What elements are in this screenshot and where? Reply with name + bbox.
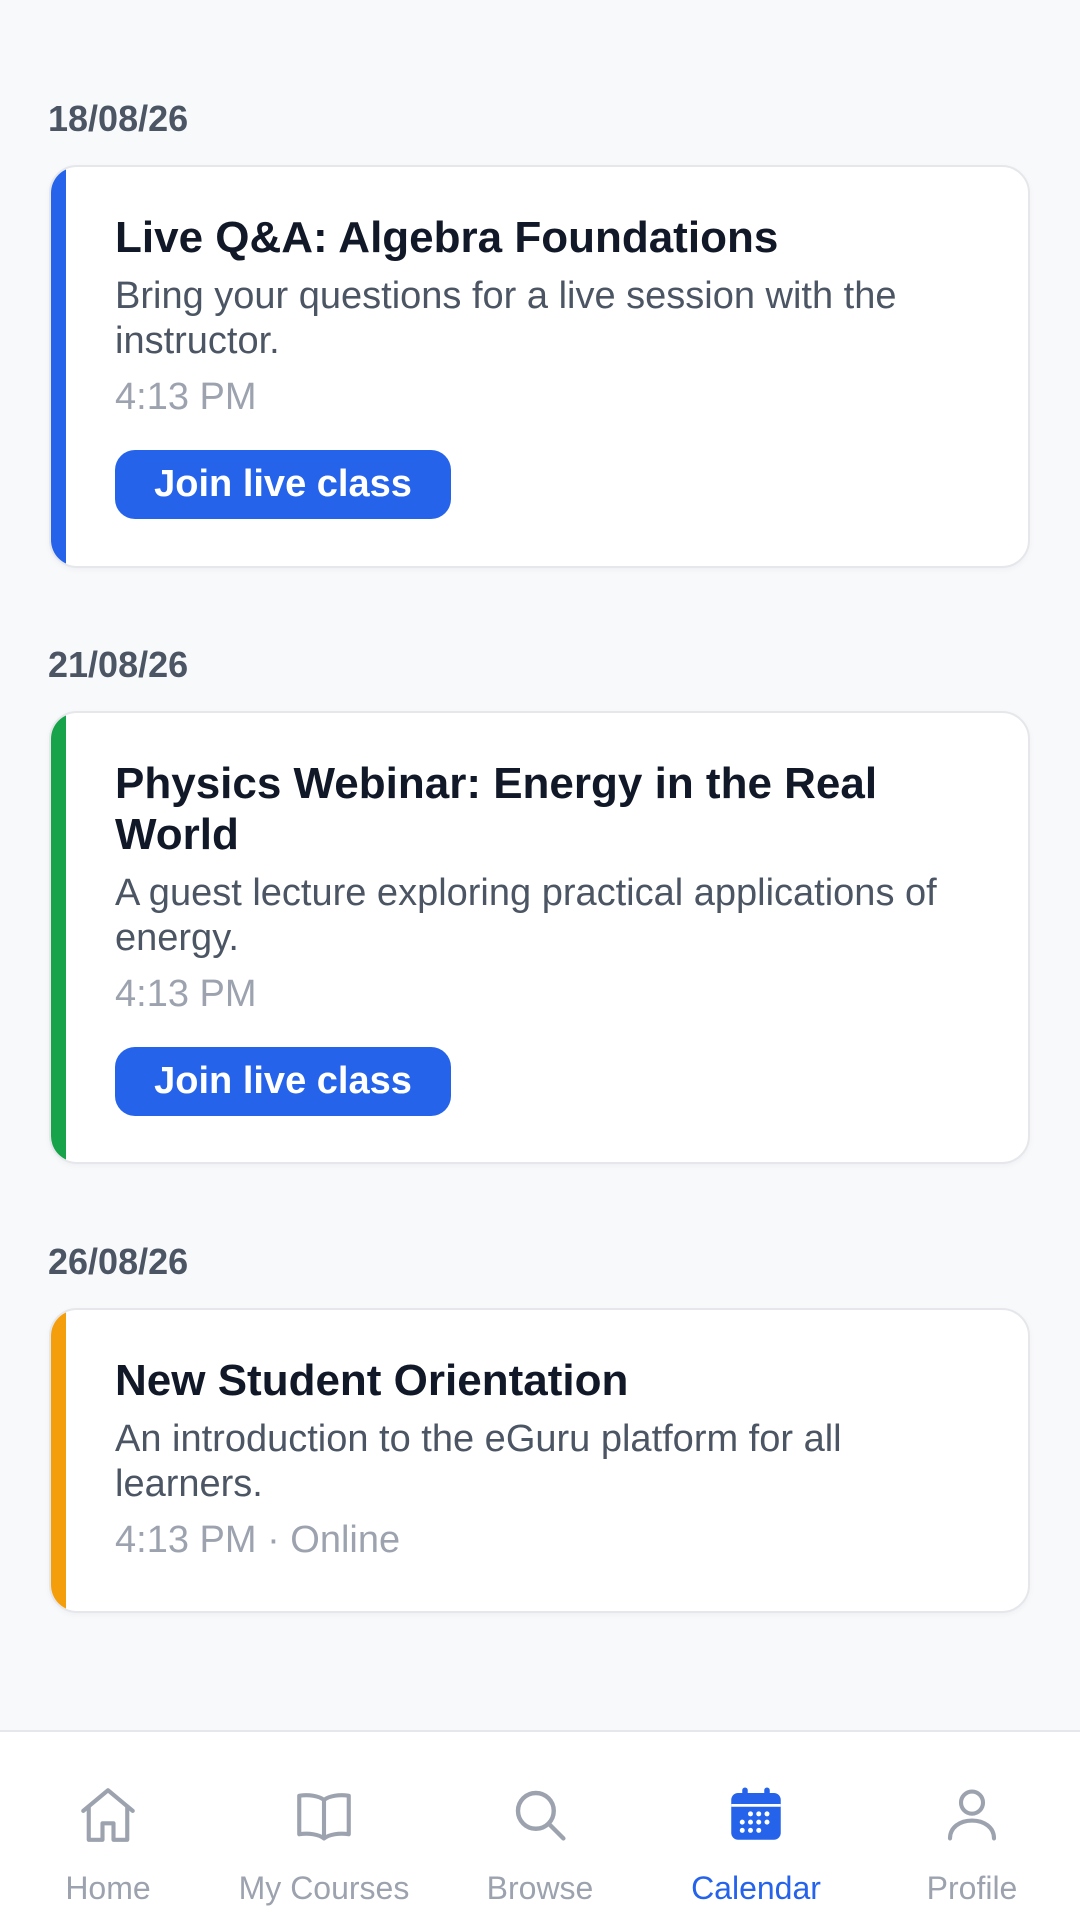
user-icon — [947, 1789, 997, 1841]
nav-label: Home — [65, 1870, 151, 1906]
nav-item-home[interactable]: Home — [0, 1732, 216, 1920]
event-accent-bar — [51, 1310, 66, 1611]
event-title: Live Q&A: Algebra Foundations — [115, 213, 779, 262]
event-accent-bar — [51, 713, 66, 1162]
event-accent-bar — [51, 167, 66, 566]
join-live-class-button[interactable]: Join live class — [115, 450, 451, 519]
calendar-events-list: 18/08/26 Live Q&A: Algebra Foundations B… — [0, 0, 1080, 1730]
event-date-heading: 26/08/26 — [48, 1241, 189, 1282]
event-time-location: 4:13 PM · Online — [115, 1519, 401, 1561]
event-title: Physics Webinar: Energy in the Real Worl… — [115, 759, 878, 859]
event-date-heading: 21/08/26 — [48, 644, 189, 685]
bottom-navigation-bar: Home My Courses Browse Calendar Profile — [0, 1730, 1080, 1920]
event-date-heading: 18/08/26 — [48, 98, 189, 139]
join-live-class-button[interactable]: Join live class — [115, 1047, 451, 1116]
event-card-orientation[interactable]: New Student Orientation An introduction … — [49, 1308, 1030, 1613]
event-time: 4:13 PM — [115, 376, 257, 418]
nav-label: Profile — [926, 1870, 1018, 1906]
event-time: 4:13 PM — [115, 973, 257, 1015]
nav-item-browse[interactable]: Browse — [432, 1732, 648, 1920]
event-description: A guest lecture exploring practical appl… — [115, 872, 937, 959]
book-icon — [297, 1793, 351, 1841]
home-icon — [81, 1788, 135, 1842]
nav-label: My Courses — [238, 1870, 410, 1906]
nav-label: Calendar — [691, 1870, 821, 1906]
nav-item-my-courses[interactable]: My Courses — [216, 1732, 432, 1920]
event-card-physics-webinar[interactable]: Physics Webinar: Energy in the Real Worl… — [49, 711, 1030, 1164]
event-card-algebra-qa[interactable]: Live Q&A: Algebra Foundations Bring your… — [49, 165, 1030, 568]
search-icon — [515, 1790, 566, 1841]
event-title: New Student Orientation — [115, 1356, 629, 1405]
nav-label: Browse — [486, 1870, 594, 1906]
nav-item-calendar[interactable]: Calendar — [648, 1732, 864, 1920]
nav-item-profile[interactable]: Profile — [864, 1732, 1080, 1920]
calendar-icon — [731, 1787, 781, 1840]
event-description: An introduction to the eGuru platform fo… — [115, 1418, 842, 1505]
event-description: Bring your questions for a live session … — [115, 275, 897, 362]
